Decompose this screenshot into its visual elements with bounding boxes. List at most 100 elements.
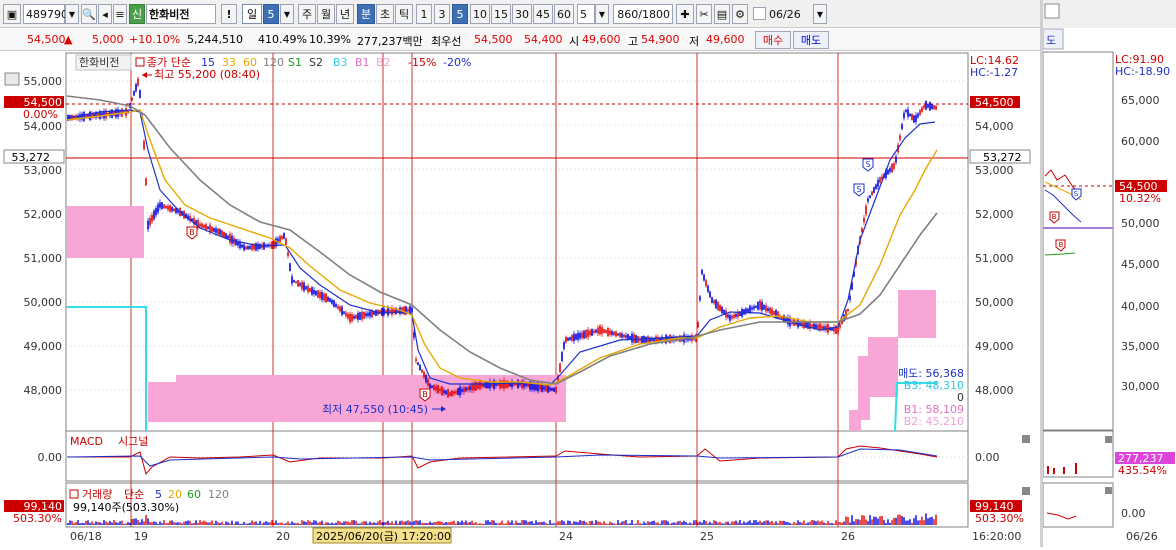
candle-body [419, 364, 421, 371]
volume-bar [335, 522, 337, 525]
macd-close-icon[interactable] [1022, 435, 1030, 443]
volume-bar [923, 520, 925, 525]
volume-bar [365, 521, 367, 525]
volume-bar [145, 514, 147, 525]
chart-area[interactable]: B B S S 최고 55,200 (08:40) 최저 47,550 (10:… [0, 52, 1040, 547]
period-num-field[interactable]: 5 [263, 4, 279, 24]
bar-count-field[interactable]: 860/1800 [613, 4, 673, 24]
volume-bar [649, 522, 651, 525]
volume-bar [669, 523, 671, 525]
candle-body [731, 315, 733, 319]
scissors-icon[interactable]: ✂ [696, 4, 712, 24]
volume-bar [239, 523, 241, 525]
date-checkbox[interactable] [753, 7, 766, 20]
best-ask-label: 최우선 [431, 35, 462, 48]
interval-1-button[interactable]: 1 [416, 4, 432, 24]
gear-icon[interactable]: ⚙ [732, 4, 748, 24]
mini-window-icon[interactable] [1044, 3, 1060, 19]
interval-3-button[interactable]: 3 [434, 4, 450, 24]
alert-button[interactable]: ! [221, 4, 237, 24]
volume-bar [495, 523, 497, 525]
date-dropdown-icon[interactable]: ▼ [813, 4, 827, 24]
volume-bar [581, 520, 583, 525]
volume-bar [787, 522, 789, 525]
save-icon[interactable]: ▤ [714, 4, 730, 24]
candle-body [539, 385, 541, 390]
candle-body [617, 333, 619, 336]
volume-panel[interactable] [65, 482, 969, 528]
interval-5-button[interactable]: 5 [452, 4, 468, 24]
volume-bar [657, 522, 659, 525]
code-dropdown-icon[interactable]: ▼ [65, 4, 79, 24]
speaker-icon[interactable]: ◂ [98, 4, 112, 24]
volume-bar [443, 523, 445, 525]
window-menu-icon[interactable]: ▣ [3, 4, 21, 24]
minute-button[interactable]: 분 [357, 4, 375, 24]
volume-bar [703, 520, 705, 525]
volume-close-icon[interactable] [1022, 487, 1030, 495]
candle-body [257, 243, 259, 250]
macd-panel[interactable] [65, 430, 969, 482]
candle-body [201, 223, 203, 228]
candle-body [917, 113, 919, 118]
year-button[interactable]: 년 [336, 4, 354, 24]
volume-bar [121, 520, 123, 525]
volume-bar [375, 523, 377, 525]
date-field[interactable]: 06/26 [767, 4, 811, 24]
volume-bar [265, 521, 267, 525]
volume-bar [891, 520, 893, 525]
interval-10-button[interactable]: 10 [470, 4, 490, 24]
stock-name-field[interactable]: 한화비전 [146, 4, 216, 24]
candle-body [455, 391, 457, 394]
volume-bar [499, 522, 501, 525]
volume-bar [531, 521, 533, 525]
volume-bar [301, 520, 303, 525]
volume-bar [151, 522, 153, 525]
sell-button[interactable]: 매도 [793, 31, 829, 49]
volume-bar [803, 520, 805, 525]
candle-body [633, 334, 635, 343]
list-icon[interactable]: ≡ [113, 4, 127, 24]
candle-body [329, 298, 331, 302]
volume-bar [321, 520, 323, 525]
interval-45-button[interactable]: 45 [533, 4, 553, 24]
open-label: 시 [569, 35, 580, 48]
period-day-button[interactable]: 일 [242, 4, 262, 24]
volume-bar [543, 521, 545, 525]
period-dropdown-icon[interactable]: ▼ [280, 4, 294, 24]
volume-bar [559, 521, 561, 525]
volume-bar [423, 522, 425, 525]
candle-body [905, 109, 907, 113]
right-mini-chart[interactable]: 도 B B S LC:91.90 HC:-18.90 65,000 60,000… [1040, 0, 1176, 547]
panel-menu-icon[interactable] [4, 72, 20, 86]
mini-close-icon[interactable] [1105, 436, 1112, 443]
volume-bar [637, 520, 639, 525]
second-button[interactable]: 초 [376, 4, 394, 24]
volume-bar [583, 520, 585, 525]
volume-bar [849, 522, 851, 525]
volume-bar [137, 520, 139, 525]
interval-60-button[interactable]: 60 [554, 4, 574, 24]
stock-code-input[interactable]: 489790 [23, 4, 68, 24]
interval-15-button[interactable]: 15 [491, 4, 511, 24]
interval-dropdown-icon[interactable]: ▼ [595, 4, 609, 24]
crosshair-icon[interactable]: ✚ [676, 4, 694, 24]
month-button[interactable]: 월 [317, 4, 335, 24]
candle-body [431, 385, 433, 388]
candle-body [607, 327, 609, 337]
tick-button[interactable]: 틱 [395, 4, 413, 24]
candle-body [915, 115, 917, 122]
interval-value-select[interactable]: 5 [577, 4, 595, 24]
candle-body [343, 311, 345, 314]
week-button[interactable]: 주 [298, 4, 316, 24]
candle-body [157, 204, 159, 213]
interval-30-button[interactable]: 30 [512, 4, 532, 24]
volume-bar [219, 523, 221, 525]
mini-macd-close-icon[interactable] [1105, 487, 1112, 494]
volume-bar [269, 522, 271, 525]
volume-bar [577, 522, 579, 525]
volume-bar [921, 516, 923, 525]
volume-bar [391, 521, 393, 525]
buy-button[interactable]: 매수 [755, 31, 791, 49]
search-icon[interactable]: 🔍 [81, 4, 97, 24]
